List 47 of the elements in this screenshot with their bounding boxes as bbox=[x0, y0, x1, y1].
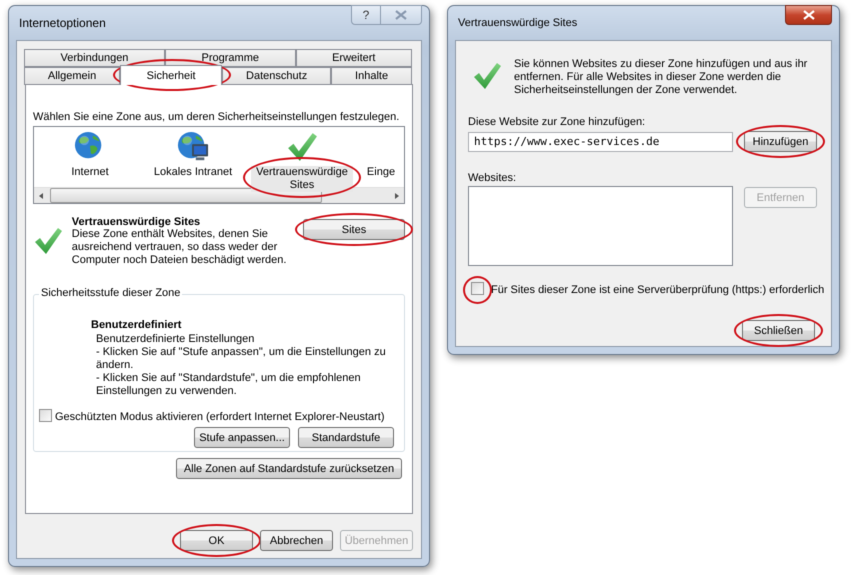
checkbox[interactable] bbox=[39, 409, 52, 422]
tab[interactable]: Allgemein bbox=[24, 67, 120, 85]
horizontal-scrollbar[interactable] bbox=[34, 187, 404, 203]
window-title: Internetoptionen bbox=[18, 16, 106, 30]
zone-description: Diese Zone enthält Websites, denen Sie ausreichend vertrauen, so dass weder der Computer noch Dateien beschädigt werden. bbox=[72, 228, 288, 267]
close-button[interactable] bbox=[785, 5, 832, 25]
level-name: Benutzerdefiniert bbox=[91, 319, 182, 332]
tab[interactable]: Sicherheit bbox=[120, 65, 222, 85]
reset-zones-button[interactable]: Alle Zonen auf Standardstufe zurücksetzen bbox=[176, 458, 402, 479]
level-description: - Klicken Sie auf "Standardstufe", um die empfohlenen Einstellungen zu verwenden. bbox=[95, 372, 362, 398]
checkbox-label: Geschützten Modus aktivieren (erfordert Internet Explorer-Neustart) bbox=[55, 411, 385, 423]
zone-title: Vertrauenswürdige Sites bbox=[72, 216, 202, 228]
group-label: Sicherheitsstufe dieser Zone bbox=[39, 287, 182, 299]
window-title: Vertrauenswürdige Sites bbox=[457, 17, 578, 29]
zone-item[interactable]: Internet bbox=[39, 166, 141, 179]
ok-button[interactable]: OK bbox=[180, 530, 253, 551]
zone-item[interactable]: Vertrauenswürdige Sites bbox=[251, 166, 353, 192]
close-icon bbox=[395, 10, 407, 20]
tab[interactable]: Verbindungen bbox=[24, 49, 165, 67]
intro-text: Sie können Websites zu dieser Zone hinzufügen und aus ihr entfernen. Für alle Websites in dieser Zone werden die Sicherheitseinstellungen der Zone verwendet. bbox=[514, 58, 808, 97]
checkmark-icon bbox=[33, 226, 63, 256]
checkmark-icon bbox=[472, 61, 502, 91]
tab[interactable]: Erweitert bbox=[296, 49, 412, 67]
add-button[interactable]: Hinzufügen bbox=[744, 131, 817, 152]
list-label: Websites: bbox=[468, 172, 518, 184]
field-label: Diese Website zur Zone hinzufügen: bbox=[468, 116, 646, 128]
default-level-button[interactable]: Standardstufe bbox=[298, 427, 394, 448]
tab[interactable]: Programme bbox=[164, 49, 296, 67]
level-description: Benutzerdefinierte Einstellungen bbox=[95, 333, 256, 346]
globe-computer-icon bbox=[177, 131, 209, 163]
url-field[interactable]: https://www.exec-services.de bbox=[468, 132, 733, 152]
zone-item[interactable]: Lokales Intranet bbox=[142, 166, 244, 179]
close-icon bbox=[802, 10, 814, 20]
tab[interactable]: Datenschutz bbox=[222, 67, 332, 85]
tab[interactable]: Inhalte bbox=[331, 67, 412, 85]
zone-item[interactable]: Einge bbox=[366, 166, 396, 179]
close-dialog-button[interactable]: Schließen bbox=[742, 320, 815, 341]
sites-button[interactable]: Sites bbox=[303, 219, 405, 240]
custom-level-button[interactable]: Stufe anpassen... bbox=[194, 427, 290, 448]
cancel-button[interactable]: Abbrechen bbox=[260, 530, 333, 551]
checkmark-icon bbox=[286, 131, 318, 163]
websites-list[interactable] bbox=[468, 186, 733, 266]
checkbox-label: Für Sites dieser Zone ist eine Serverüberprüfung (https:) erforderlich bbox=[491, 284, 824, 296]
help-button[interactable]: ? bbox=[351, 5, 381, 25]
level-description: - Klicken Sie auf "Stufe anpassen", um die Einstellungen zu ändern. bbox=[95, 346, 387, 372]
instruction-text: Wählen Sie eine Zone aus, um deren Sicherheitseinstellungen festzulegen. bbox=[33, 111, 400, 123]
checkbox[interactable] bbox=[471, 282, 484, 295]
